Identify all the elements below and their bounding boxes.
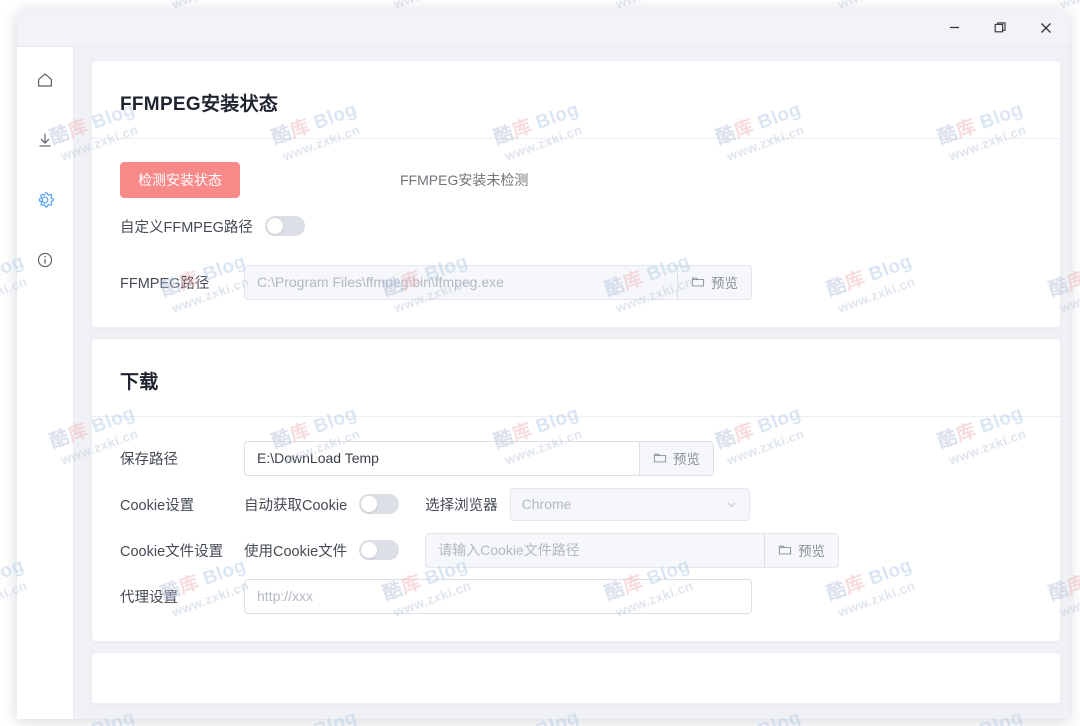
chevron-down-icon [725,498,738,511]
sidebar-item-download[interactable] [27,125,63,155]
save-browse-label: 预览 [673,448,700,468]
cookie-file-settings-label: Cookie文件设置 [120,540,244,561]
download-section-title: 下载 [120,367,1032,394]
custom-ffmpeg-path-label: 自定义FFMPEG路径 [120,216,253,237]
proxy-settings-label: 代理设置 [120,586,244,607]
ffmpeg-status-text: FFMPEG安装未检测 [400,170,528,190]
save-path-row: 保存路径 预览 [120,435,1032,481]
use-cookie-file-toggle[interactable] [359,540,399,560]
cookie-file-browse-button[interactable]: 预览 [764,534,838,567]
custom-ffmpeg-path-toggle[interactable] [265,216,305,236]
folder-icon [691,275,705,289]
settings-content: FFMPEG安装状态 检测安装状态 FFMPEG安装未检测 自定义FFMPEG路… [74,47,1069,719]
download-settings-card: 下载 保存路径 [91,338,1061,642]
ffmpeg-path-row: FFMPEG路径 预览 [120,259,1032,305]
sidebar-item-settings[interactable] [27,185,63,215]
save-path-input-group: 预览 [244,441,714,476]
restore-button[interactable] [977,9,1023,47]
ffmpeg-detect-row: 检测安装状态 FFMPEG安装未检测 [120,157,1032,203]
cookie-file-settings-row: Cookie文件设置 使用Cookie文件 [120,527,1032,573]
save-path-label: 保存路径 [120,448,244,469]
browser-select-value: Chrome [522,496,572,512]
cookie-file-path-input[interactable] [426,534,764,567]
app-window: FFMPEG安装状态 检测安装状态 FFMPEG安装未检测 自定义FFMPEG路… [17,9,1069,719]
home-icon [35,70,55,90]
window-body: FFMPEG安装状态 检测安装状态 FFMPEG安装未检测 自定义FFMPEG路… [17,47,1069,719]
save-path-browse-button[interactable]: 预览 [639,442,713,475]
close-button[interactable] [1023,9,1069,47]
auto-get-cookie-label: 自动获取Cookie [244,494,347,515]
toggle-knob [267,218,283,234]
folder-icon [778,543,792,557]
cookie-settings-label: Cookie设置 [120,494,244,515]
gear-icon [35,190,55,210]
sidebar-item-about[interactable] [27,245,63,275]
folder-icon [653,451,667,465]
browser-select[interactable]: Chrome [510,488,750,521]
auto-get-cookie-toggle[interactable] [359,494,399,514]
proxy-input[interactable] [244,579,752,614]
download-icon [35,130,55,150]
info-icon [35,250,55,270]
ffmpeg-section-title: FFMPEG安装状态 [120,89,1032,116]
select-browser-label: 选择浏览器 [425,494,498,515]
toggle-knob [361,496,377,512]
ffmpeg-path-label: FFMPEG路径 [120,272,244,293]
ffmpeg-path-input-group: 预览 [244,265,752,300]
ffmpeg-card-header: FFMPEG安装状态 [92,61,1060,139]
minimize-button[interactable] [931,9,977,47]
sidebar [17,47,74,719]
cookie-browse-label: 预览 [798,540,825,560]
download-card-body: 保存路径 预览 [92,417,1060,641]
ffmpeg-browse-label: 预览 [711,272,738,292]
next-card-header [92,653,1060,704]
title-bar [17,9,1069,47]
proxy-settings-row: 代理设置 [120,573,1032,619]
save-path-input[interactable] [245,442,639,475]
ffmpeg-card-body: 检测安装状态 FFMPEG安装未检测 自定义FFMPEG路径 FFMPEG路径 [92,139,1060,327]
detect-install-status-button[interactable]: 检测安装状态 [120,162,240,198]
use-cookie-file-label: 使用Cookie文件 [244,540,347,561]
ffmpeg-path-browse-button[interactable]: 预览 [677,266,751,299]
ffmpeg-custom-path-row: 自定义FFMPEG路径 [120,203,1032,249]
cookie-file-input-group: 预览 [425,533,839,568]
download-card-header: 下载 [92,339,1060,417]
sidebar-item-home[interactable] [27,65,63,95]
toggle-knob [361,542,377,558]
ffmpeg-path-input[interactable] [245,266,677,299]
next-settings-card [91,652,1061,705]
cookie-settings-row: Cookie设置 自动获取Cookie 选择浏览器 Chrome [120,481,1032,527]
ffmpeg-status-card: FFMPEG安装状态 检测安装状态 FFMPEG安装未检测 自定义FFMPEG路… [91,60,1061,328]
